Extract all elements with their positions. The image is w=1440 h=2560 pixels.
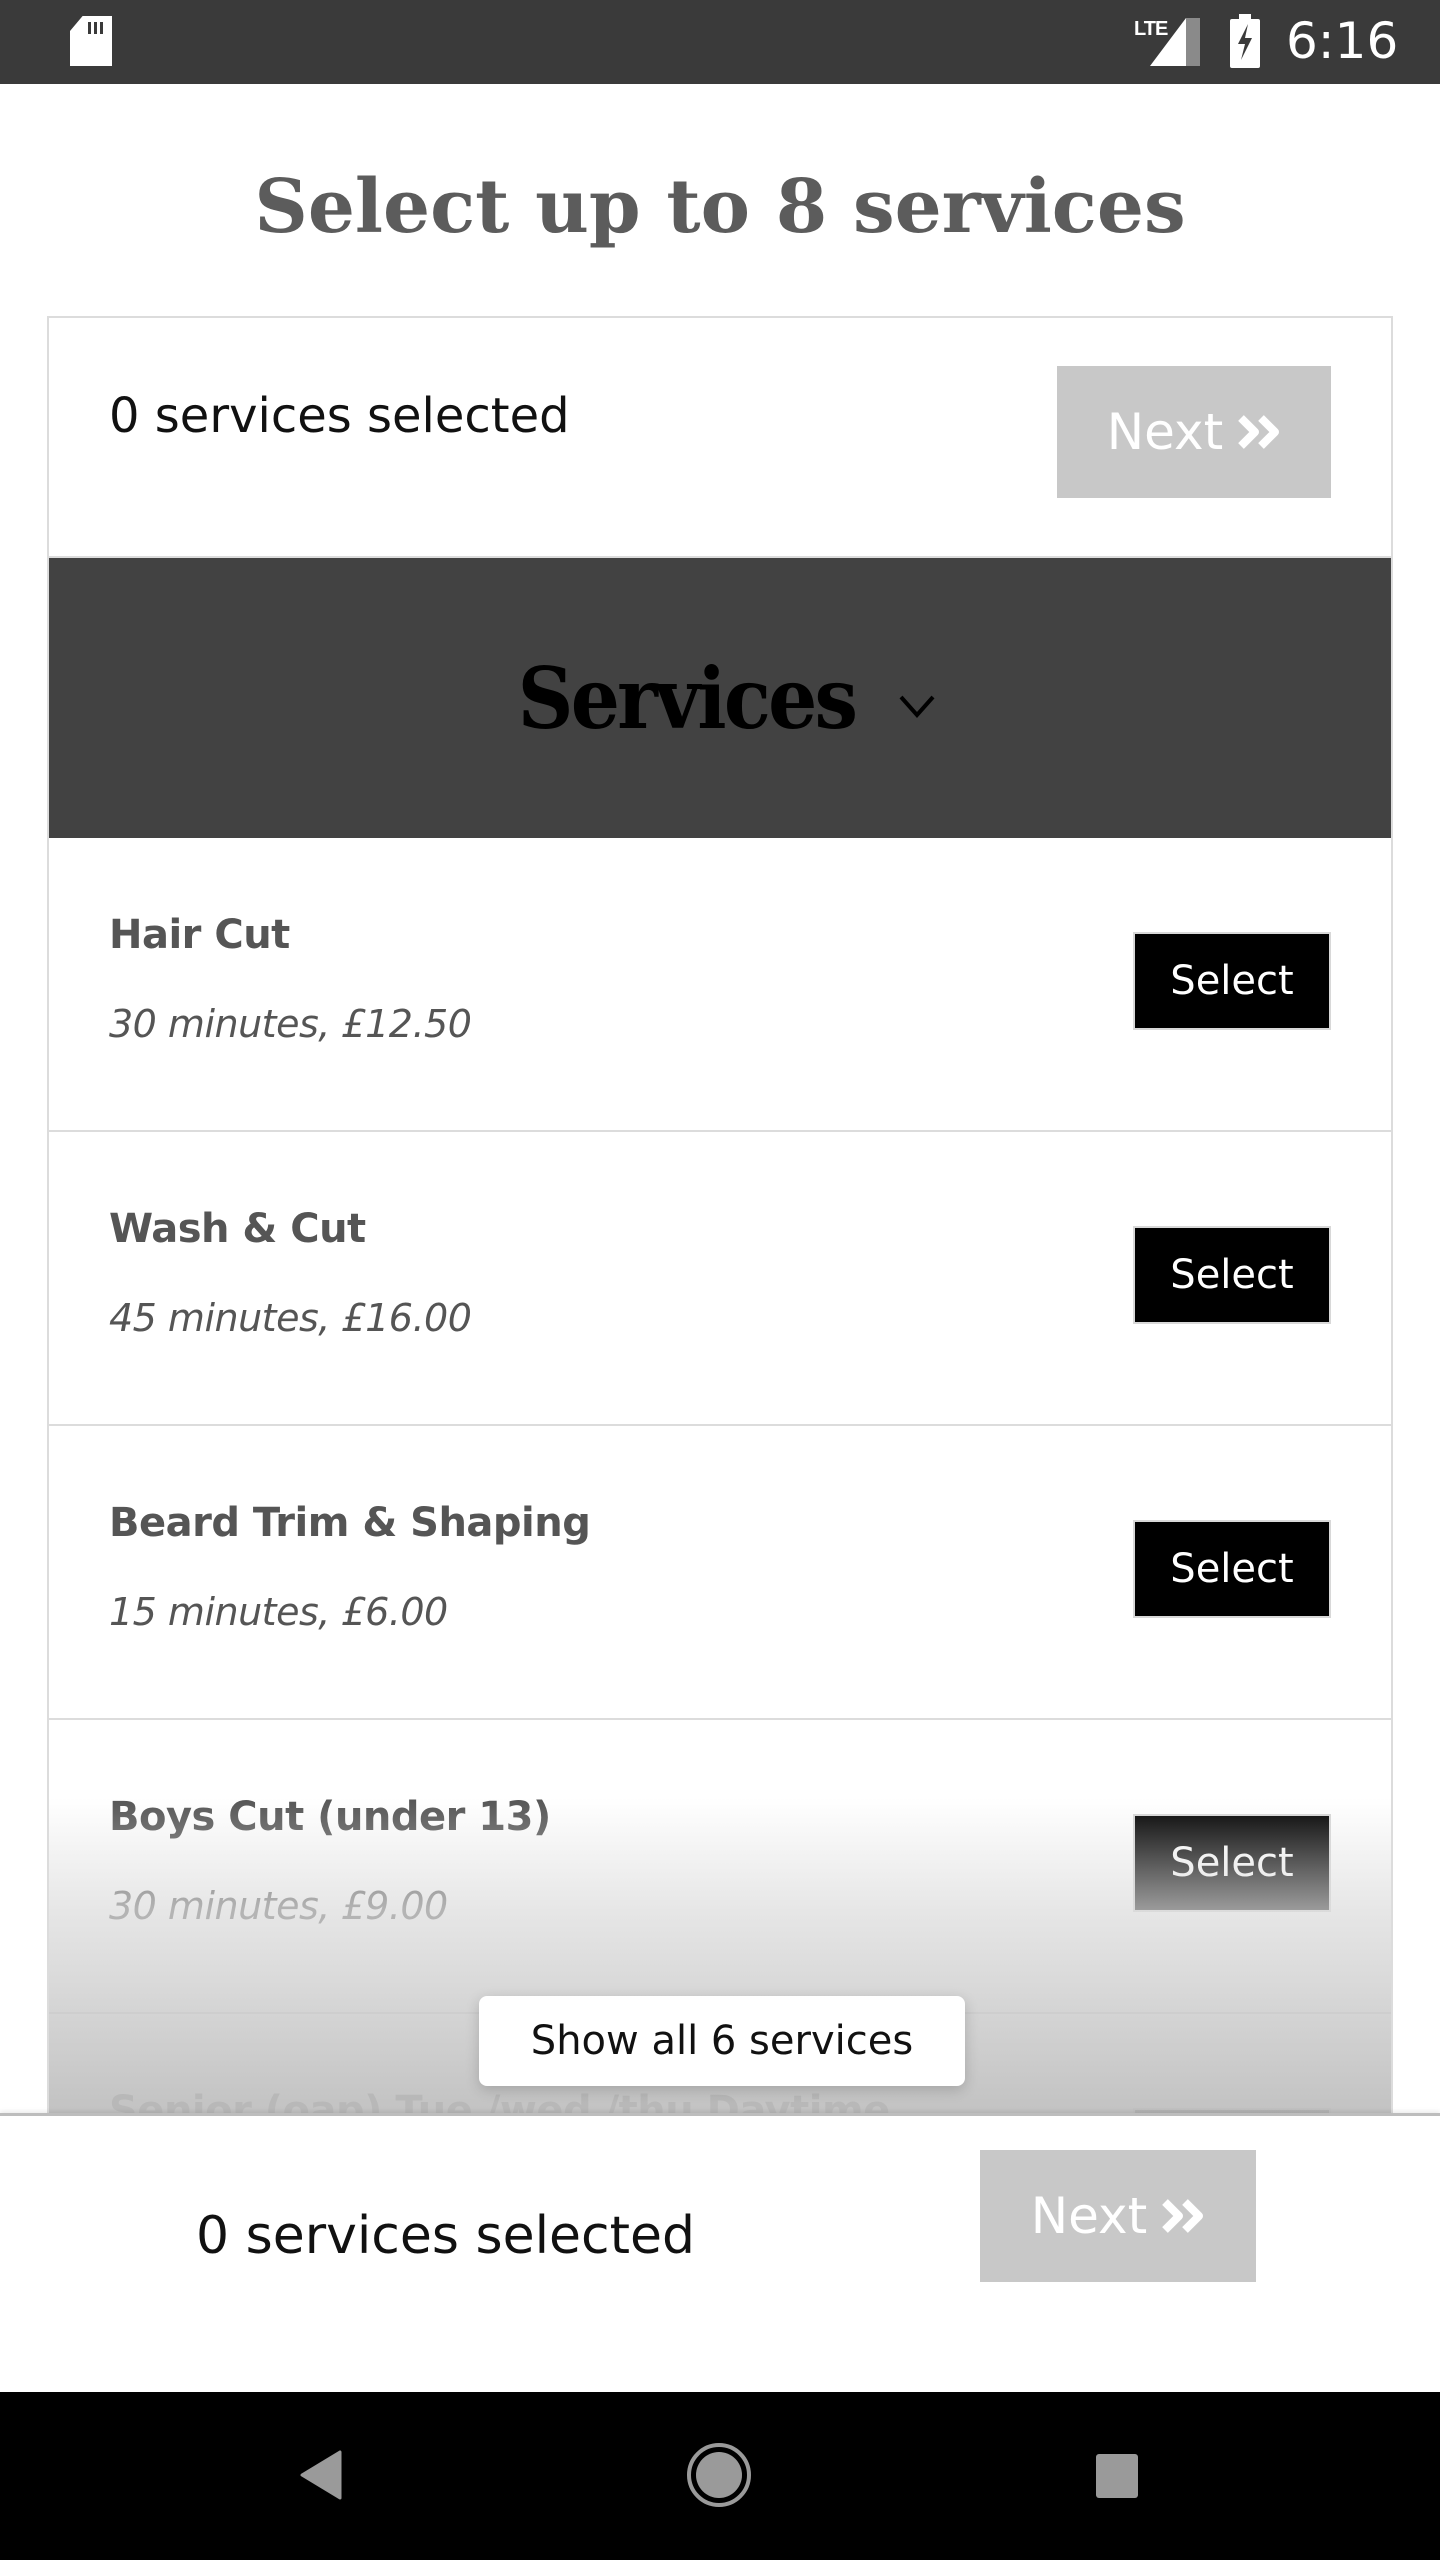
service-name: Beard Trim & Shaping [109,1500,591,1546]
service-row: Hair Cut 30 minutes, £12.50 Select [49,838,1391,1132]
back-icon[interactable] [300,2450,342,2500]
next-button-top[interactable]: Next [1057,366,1331,498]
service-name: Hair Cut [109,912,290,958]
system-nav-bar [0,2392,1440,2560]
clock: 6:16 [1286,12,1399,70]
select-service-button[interactable]: Select [1133,1520,1331,1618]
service-row: Beard Trim & Shaping 15 minutes, £6.00 S… [49,1426,1391,1720]
service-row: Wash & Cut 45 minutes, £16.00 Select [49,1132,1391,1426]
services-card: 0 services selected Next Services Hair C… [47,316,1393,2113]
service-duration-price: 30 minutes, £9.00 [109,1884,448,1928]
home-icon[interactable] [686,2442,752,2508]
service-row: Boys Cut (under 13) 30 minutes, £9.00 Se… [49,1720,1391,2014]
battery-charging-icon [1230,14,1260,68]
selected-count-text: 0 services selected [196,2206,696,2266]
double-chevron-right-icon [1238,415,1280,449]
service-duration-price: 30 minutes, £12.50 [109,1002,472,1046]
category-title: Services [517,648,857,748]
select-service-button[interactable]: Select [1133,1814,1331,1912]
recents-icon[interactable] [1096,2454,1138,2498]
service-duration-price: 45 minutes, £16.00 [109,1296,472,1340]
page-title: Select up to 8 services [254,164,1186,250]
next-button-bottom[interactable]: Next [980,2150,1256,2282]
sd-card-icon [70,16,112,66]
chevron-down-icon [899,695,935,719]
select-service-button[interactable]: Select [1133,932,1331,1030]
double-chevron-right-icon [1162,2199,1204,2233]
service-name: Senior (oap) Tue /wed /thu Daytime [109,2088,890,2113]
show-all-services-button[interactable]: Show all 6 services [479,1996,965,2086]
selected-count-text: 0 services selected [109,388,570,444]
services-category-header[interactable]: Services [49,558,1391,838]
service-name: Boys Cut (under 13) [109,1794,551,1840]
next-label: Next [1106,403,1224,461]
status-bar: LTE 6:16 [0,0,1440,84]
signal-icon [1150,18,1200,66]
bottom-selection-bar: 0 services selected Next [0,2113,1440,2392]
select-service-button[interactable]: Select [1133,1226,1331,1324]
service-name: Wash & Cut [109,1206,366,1252]
selection-summary: 0 services selected Next [49,318,1391,558]
service-duration-price: 15 minutes, £6.00 [109,1590,448,1634]
next-label: Next [1030,2187,1148,2245]
